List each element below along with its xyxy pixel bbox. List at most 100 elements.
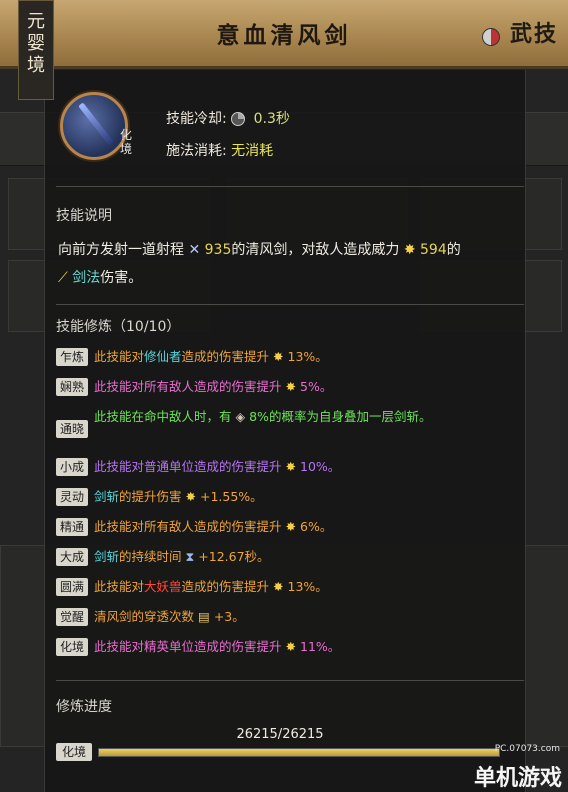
stage-badge: 化境 [56, 638, 88, 656]
cooldown-label: 技能冷却: [166, 111, 227, 127]
divider [56, 680, 524, 681]
row-highlight: 精英单位 [144, 639, 195, 654]
row-highlight: 剑斩 [94, 489, 120, 504]
progress-badge: 化境 [56, 743, 92, 761]
power-value: 594 [420, 242, 447, 258]
stage-badge: 乍炼 [56, 348, 88, 366]
row-text: 此技能对 [94, 459, 145, 474]
row-text: 此技能对 [94, 639, 145, 654]
tooltip-header: 意血清风剑 武技 [0, 0, 568, 69]
row-highlight: 清风剑 [94, 609, 132, 624]
training-row: 娴熟 此技能对所有敌人造成的伤害提升 ✸ 5%。 [56, 376, 516, 398]
training-row: 觉醒 清风剑的穿透次数 ▤ +3。 [56, 606, 516, 628]
row-text: 此技能对 [94, 519, 145, 534]
row-text: 造成的伤害提升 [181, 579, 270, 594]
row-highlight: 普通单位 [144, 459, 195, 474]
stage-badge: 娴熟 [56, 378, 88, 396]
skill-tier-label: 化 境 [116, 128, 136, 156]
cost-row: 施法消耗: 无消耗 [166, 135, 290, 167]
row-value: +3。 [213, 609, 245, 624]
cooldown-row: 技能冷却: 0.3秒 [166, 103, 290, 135]
row-value: 13%。 [287, 349, 328, 364]
row-text: 此技能对 [94, 349, 145, 364]
row-value: +12.67秒。 [198, 549, 270, 564]
sword-type-icon: ⟋ [58, 270, 68, 286]
dice-icon: ◈ [235, 409, 246, 424]
scroll-icon: ▤ [198, 609, 210, 624]
row-text: 的提升伤害 [119, 489, 182, 504]
progress-value: 26215/26215 [236, 727, 324, 742]
row-text: 造成的伤害提升 [181, 349, 270, 364]
damage-type: 剑法 [72, 270, 101, 286]
row-text: 此技能对 [94, 579, 145, 594]
stage-badge: 精通 [56, 518, 88, 536]
tier-mini-char: 化 [119, 128, 132, 142]
row-highlight: 所有敌人 [144, 519, 195, 534]
star-icon: ✸ [285, 639, 297, 654]
cost-value: 无消耗 [231, 143, 274, 159]
range-value: 935 [204, 242, 232, 258]
row-text: 造成的伤害提升 [194, 379, 282, 394]
description-heading: 技能说明 [56, 208, 112, 224]
star-icon: ✸ [185, 489, 196, 504]
row-text: 造成的伤害提升 [194, 459, 282, 474]
tier-char: 婴 [27, 33, 45, 54]
desc-text: 的 [446, 242, 461, 258]
row-highlight: 所有敌人 [144, 379, 195, 394]
star-icon: ✸ [273, 349, 284, 364]
progress-bar [98, 748, 500, 757]
skill-description: 向前方发射一道射程 ✕ 935的清风剑，对敌人造成威力 ✸ 594的 ⟋ 剑法伤… [58, 236, 528, 292]
row-value: 11%。 [300, 639, 341, 654]
training-row: 乍炼 此技能对修仙者造成的伤害提升 ✸ 13%。 [56, 346, 516, 368]
row-value: 8%的概率为自身叠加一层剑斩。 [249, 409, 432, 424]
clock-icon [231, 112, 246, 126]
category-icon [482, 28, 500, 46]
power-icon: ✸ [403, 242, 416, 258]
training-row: 精通 此技能对所有敌人造成的伤害提升 ✸ 6%。 [56, 516, 516, 538]
hourglass-icon: ⧗ [185, 549, 195, 564]
row-value: 10%。 [300, 459, 341, 474]
tier-char: 元 [27, 11, 45, 32]
row-text: 此技能在命中敌人时，有 [94, 409, 232, 424]
progress-fill [99, 749, 499, 756]
stage-badge: 通晓 [56, 420, 88, 438]
desc-text: 向前方发射一道射程 [58, 242, 184, 258]
watermark-brand: 单机游戏 [473, 766, 562, 791]
star-icon: ✸ [285, 519, 297, 534]
row-text: 此技能对 [94, 379, 145, 394]
watermark-url: PC.07073.com [494, 744, 560, 754]
training-row: 灵动 剑斩的提升伤害 ✸ +1.55%。 [56, 486, 516, 508]
training-heading: 技能修炼（10/10） [56, 319, 181, 335]
training-row: 圆满 此技能对大妖兽造成的伤害提升 ✸ 13%。 [56, 576, 516, 598]
row-highlight: 大妖兽 [144, 579, 182, 594]
cost-label: 施法消耗: [166, 143, 227, 159]
row-highlight: 修仙者 [144, 349, 182, 364]
category-label: 武技 [509, 21, 558, 47]
row-value: +1.55%。 [199, 489, 263, 504]
stage-badge: 大成 [56, 548, 88, 566]
training-row: 通晓 此技能在命中敌人时，有 ◈ 8%的概率为自身叠加一层剑斩。 [56, 406, 516, 438]
row-value: 5%。 [300, 379, 333, 394]
training-row: 化境 此技能对精英单位造成的伤害提升 ✸ 11%。 [56, 636, 516, 658]
skill-stats: 技能冷却: 0.3秒 施法消耗: 无消耗 [166, 103, 290, 167]
stage-badge: 觉醒 [56, 608, 88, 626]
tier-char: 境 [27, 55, 45, 76]
row-text: 造成的伤害提升 [194, 639, 282, 654]
row-text: 的持续时间 [119, 549, 182, 564]
range-icon: ✕ [188, 242, 201, 258]
row-text: 的穿透次数 [131, 609, 195, 624]
star-icon: ✸ [285, 379, 297, 394]
divider [56, 304, 524, 305]
training-row: 大成 剑斩的持续时间 ⧗ +12.67秒。 [56, 546, 516, 568]
row-text: 造成的伤害提升 [194, 519, 282, 534]
star-icon: ✸ [285, 459, 297, 474]
desc-text: 的清风剑，对敌人造成威力 [231, 242, 400, 258]
tier-mini-char: 境 [119, 142, 132, 156]
row-value: 6%。 [300, 519, 333, 534]
cooldown-value: 0.3秒 [253, 111, 290, 127]
row-value: 13%。 [287, 579, 328, 594]
row-highlight: 剑斩 [94, 549, 120, 564]
stage-badge: 圆满 [56, 578, 88, 596]
training-row: 小成 此技能对普通单位造成的伤害提升 ✸ 10%。 [56, 456, 516, 478]
progress-heading: 修炼进度 [56, 699, 112, 715]
